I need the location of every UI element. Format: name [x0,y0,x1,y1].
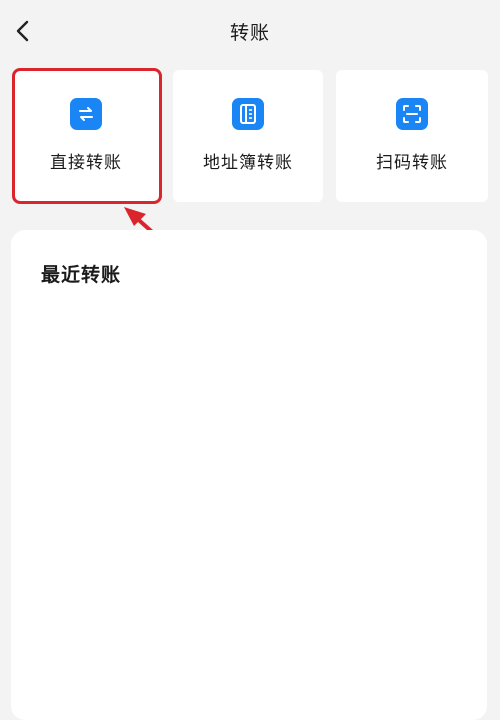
direct-transfer-label: 直接转账 [50,153,122,173]
address-book-transfer-label: 地址簿转账 [203,153,293,173]
recent-transfers-title: 最近转账 [41,264,122,286]
direct-transfer-card[interactable]: 直接转账 [12,70,160,202]
address-book-icon [232,98,264,130]
swap-arrows-icon [70,98,102,130]
address-book-transfer-card[interactable]: 地址簿转账 [173,70,323,202]
scan-transfer-label: 扫码转账 [376,153,448,173]
recent-transfers-panel: 最近转账 [11,230,487,720]
page-title: 转账 [229,22,270,44]
scan-icon [396,98,428,130]
top-bar: 转账 [0,0,500,62]
scan-transfer-card[interactable]: 扫码转账 [336,70,488,202]
